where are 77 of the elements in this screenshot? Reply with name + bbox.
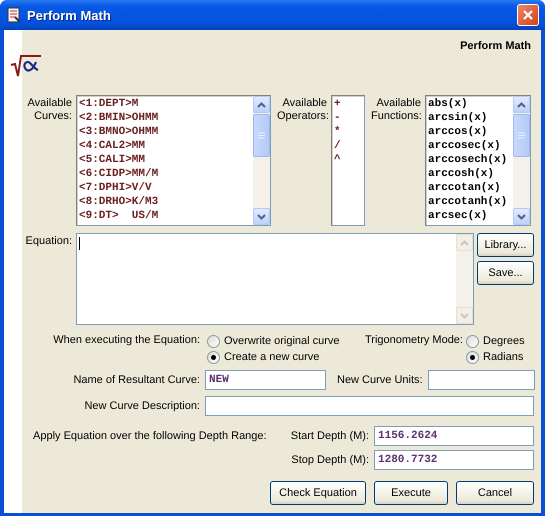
list-label: Available Curves:	[26, 96, 72, 123]
list-item[interactable]: +	[334, 97, 364, 111]
field-label: Equation:	[24, 234, 72, 249]
caret-up-icon	[460, 240, 469, 246]
caret-up-icon	[517, 102, 526, 108]
button[interactable]: Library...	[477, 233, 534, 257]
list-item[interactable]: arcsin(x)	[428, 111, 513, 125]
list-box[interactable]: abs(x) arcsin(x) arccos(x) arccosec(x) arccosech(x) arccosh(x) arccotan(x) arccotanh(x) arcsec(x)	[425, 95, 531, 226]
radio-label[interactable]: Overwrite original curve	[224, 335, 340, 347]
radio-button[interactable]	[207, 334, 220, 348]
input-field[interactable]: NEW	[205, 370, 326, 390]
radio-label[interactable]: Degrees	[483, 335, 525, 347]
equation-field[interactable]	[76, 233, 474, 325]
input-field[interactable]: 1280.7732	[374, 450, 534, 470]
scrollbar[interactable]	[513, 96, 530, 225]
option-label: Trigonometry Mode:	[364, 333, 463, 348]
list-item[interactable]: *	[334, 125, 364, 139]
button[interactable]: Cancel	[456, 481, 534, 505]
field-label: Start Depth (M):	[290, 430, 369, 442]
list-item[interactable]: ^	[334, 153, 364, 167]
radio-label[interactable]: Create a new curve	[224, 351, 320, 363]
button[interactable]: Save...	[477, 261, 534, 285]
list-item[interactable]: <7:DPHI>V/V	[79, 181, 253, 195]
list-box[interactable]: + - * / ^	[331, 95, 365, 226]
app-icon	[6, 7, 22, 23]
window-title: Perform Math	[27, 8, 112, 22]
close-icon	[522, 9, 534, 21]
radio-button[interactable]	[466, 350, 479, 364]
list-item[interactable]: arccosech(x)	[428, 153, 513, 167]
list-item[interactable]: abs(x)	[428, 97, 513, 111]
list-item[interactable]: arccos(x)	[428, 125, 513, 139]
list-item[interactable]: arccotan(x)	[428, 181, 513, 195]
list-item[interactable]: <6:CIDP>MM/M	[79, 167, 253, 181]
list-label: Available Functions:	[371, 96, 421, 123]
button[interactable]: Check Equation	[270, 481, 366, 505]
button[interactable]: Execute	[374, 481, 448, 505]
square-root-alpha-icon	[10, 54, 42, 77]
list-item[interactable]: <5:CALI>MM	[79, 153, 253, 167]
caret-down-icon	[460, 312, 469, 318]
dialog-heading: Perform Math	[460, 40, 531, 52]
caret-down-icon	[257, 214, 266, 220]
list-label: Available Operators:	[277, 96, 327, 123]
field-label: New Curve Units:	[337, 374, 423, 386]
list-item[interactable]: <2:BMIN>OHMM	[79, 111, 253, 125]
scroll-down-button[interactable]	[513, 208, 530, 225]
list-item[interactable]: arccotanh(x)	[428, 195, 513, 209]
input-field[interactable]	[428, 370, 535, 390]
scroll-thumb[interactable]	[253, 114, 270, 157]
radio-button[interactable]	[466, 334, 479, 348]
option-label: When executing the Equation:	[52, 333, 200, 348]
list-box[interactable]: <1:DEPT>M <2:BMIN>OHMM <3:BMNO>OHMM <4:CAL2>MM <5:CALI>MM <6:CIDP>MM/M <7:DPHI>V/V <8:DRHO>K/M3 <9:DT> US/M	[76, 95, 271, 226]
field-label: Stop Depth (M):	[291, 454, 369, 466]
caret-down-icon	[517, 214, 526, 220]
input-field[interactable]	[205, 396, 534, 416]
scroll-down-button[interactable]	[253, 208, 270, 225]
list-item[interactable]: <4:CAL2>MM	[79, 139, 253, 153]
caret-up-icon	[257, 102, 266, 108]
scroll-up-button[interactable]	[253, 96, 270, 113]
list-item[interactable]: arcsec(x)	[428, 209, 513, 223]
range-label: Apply Equation over the following Depth Range:	[32, 430, 268, 442]
list-item[interactable]: arccosec(x)	[428, 139, 513, 153]
input-field[interactable]: 1156.2624	[374, 426, 534, 446]
list-item[interactable]: -	[334, 111, 364, 125]
scroll-up-button[interactable]	[513, 96, 530, 113]
close-button[interactable]	[517, 4, 539, 26]
list-item[interactable]: arccosh(x)	[428, 167, 513, 181]
scrollbar[interactable]	[253, 96, 270, 225]
radio-button[interactable]	[207, 350, 220, 364]
list-item[interactable]: <9:DT> US/M	[79, 209, 253, 223]
list-item[interactable]: /	[334, 139, 364, 153]
list-item[interactable]: <3:BMNO>OHMM	[79, 125, 253, 139]
list-item[interactable]: <1:DEPT>M	[79, 97, 253, 111]
field-label: Name of Resultant Curve:	[72, 374, 200, 386]
list-item[interactable]: <8:DRHO>K/M3	[79, 195, 253, 209]
scroll-thumb[interactable]	[513, 114, 530, 157]
field-label: New Curve Description:	[83, 400, 200, 412]
radio-label[interactable]: Radians	[483, 351, 524, 363]
